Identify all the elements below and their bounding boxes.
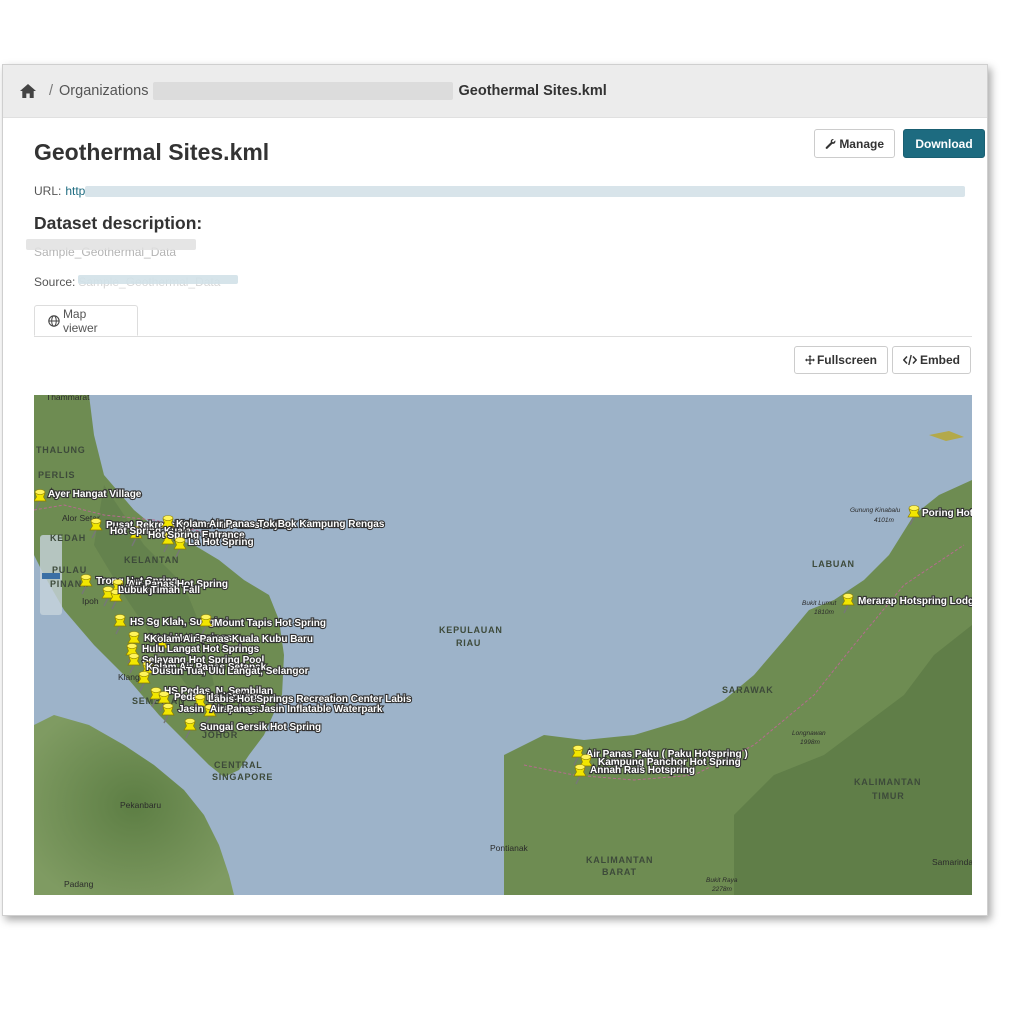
url-link[interactable]: http: [65, 184, 85, 198]
pin-cap: [194, 694, 206, 700]
hotspring-label[interactable]: Sungai Gersik Hot Spring: [199, 721, 322, 734]
pin-cap: [574, 764, 586, 770]
hotspring-label[interactable]: Air Panas Jasin Inflatable Waterpark: [209, 703, 384, 716]
code-icon: [903, 354, 917, 366]
manage-label: Manage: [839, 136, 884, 151]
hotspring-label[interactable]: Mount Tapis Hot Spring: [213, 617, 327, 630]
map-place-label: KEDAH: [50, 533, 86, 543]
pin-cap: [112, 579, 124, 585]
globe-icon: [48, 314, 60, 327]
map-place-label: KALIMANTAN: [586, 855, 653, 865]
map-place-label: RIAU: [456, 638, 481, 648]
pin-cap: [150, 687, 162, 693]
url-label: URL:: [34, 184, 62, 198]
map-place-label: Samarinda: [932, 857, 972, 867]
pin-cap: [842, 593, 854, 599]
map-peak-label: 1810m: [814, 609, 834, 616]
pin-cap: [80, 574, 92, 580]
breadcrumb-separator: /: [49, 83, 54, 99]
fullscreen-button[interactable]: Fullscreen: [794, 346, 888, 374]
tab-map-viewer[interactable]: Map viewer: [34, 305, 138, 336]
pin-cap: [128, 631, 140, 637]
download-label: Download: [915, 136, 973, 151]
map-place-label: KELANTAN: [124, 555, 179, 565]
map-peak-label: Longnawan: [792, 730, 826, 737]
pin-cap: [200, 614, 212, 620]
tab-bar: Map viewer: [34, 305, 972, 337]
map-peak-label: 1998m: [800, 739, 820, 746]
url-row: URL: http: [34, 184, 966, 198]
pin-cap: [184, 718, 196, 724]
pin-cap: [162, 515, 174, 521]
source-label: Source:: [34, 275, 76, 289]
map-place-label: SINGAPORE: [212, 772, 273, 782]
map-peak-label: Gunung Kinabalu: [850, 507, 901, 514]
map-place-label: Pekanbaru: [120, 800, 161, 810]
map-place-label: PULAU: [52, 565, 87, 575]
manage-button[interactable]: Manage: [814, 129, 895, 158]
download-button[interactable]: Download: [903, 129, 985, 158]
map-place-label: Ipoh: [82, 596, 99, 606]
hotspring-label[interactable]: Lubuk Timah Fall: [117, 584, 201, 597]
map-peak-label: 2278m: [711, 886, 732, 893]
map-place-label: Padang: [64, 879, 94, 889]
url-redacted: [85, 185, 966, 197]
map-place-label: LABUAN: [812, 559, 855, 569]
breadcrumb-current: Geothermal Sites.kml: [458, 83, 607, 99]
map-place-label: THALUNG: [36, 445, 86, 455]
hotspring-label[interactable]: Dusun Tua, Ulu Langat, Selangor: [151, 665, 310, 678]
map-peak-label: 4101m: [874, 517, 894, 524]
map-place-label: PERLIS: [38, 470, 75, 480]
pin-cap: [128, 653, 140, 659]
hotspring-label[interactable]: Hulu Langat Hot Springs: [141, 643, 261, 656]
move-icon: [805, 355, 815, 365]
map-place-label: TIMUR: [872, 791, 905, 801]
embed-button[interactable]: Embed: [892, 346, 971, 374]
pin-cap: [162, 703, 174, 709]
map-place-label: SARAWAK: [722, 685, 774, 695]
map-place-label: Klang: [118, 672, 140, 682]
fullscreen-label: Fullscreen: [816, 353, 877, 367]
map-place-label: Pontianak: [490, 843, 529, 853]
description-heading: Dataset description:: [34, 213, 203, 233]
page-title: Geothermal Sites.kml: [34, 139, 270, 165]
source-redacted: [78, 275, 239, 284]
map-peak-label: Bukit Lumut: [802, 600, 838, 607]
breadcrumb-redacted: [152, 82, 453, 100]
home-icon[interactable]: [19, 82, 37, 100]
tab-map-viewer-label: Map viewer: [62, 306, 98, 335]
hotspring-label[interactable]: Ayer Hangat Village: [47, 488, 143, 501]
breadcrumb-organizations[interactable]: Organizations: [59, 83, 148, 99]
pin-cap: [34, 489, 46, 495]
hotspring-label[interactable]: Kolam Air Panas Tok Bok Kampung Rengas: [175, 518, 386, 531]
browser-frame: / Organizations Geothermal Sites.kml Geo…: [2, 64, 988, 916]
hotspring-label[interactable]: Poring Hot Spring: [921, 507, 972, 520]
map-place-label: KALIMANTAN: [854, 777, 921, 787]
map-place-label: CENTRAL: [214, 760, 263, 770]
pin-cap: [174, 537, 186, 543]
source-row: Source: Sample_Geothermal_Data: [34, 275, 239, 289]
pin-cap: [126, 643, 138, 649]
description-text: Sample_Geothermal_Data: [26, 239, 196, 259]
map-viewer[interactable]: Thammarat THALUNG PERLIS Alor Setar KEDAH PUL…: [34, 395, 972, 895]
map-place-label: Thammarat: [46, 395, 90, 402]
embed-label: Embed: [919, 353, 960, 367]
map-canvas[interactable]: ThammaratTHALUNGPERLISAlor SetarKEDAHPUL…: [34, 395, 972, 895]
pin-cap: [90, 518, 102, 524]
pin-cap: [158, 691, 170, 697]
description-redacted: [26, 239, 196, 250]
breadcrumb: / Organizations Geothermal Sites.kml: [3, 65, 987, 118]
map-peak-label: Bukit Raya: [706, 877, 738, 884]
wrench-icon: [825, 138, 836, 149]
pin-cap: [572, 745, 584, 751]
map-place-label: BARAT: [602, 867, 637, 877]
pin-cap: [114, 614, 126, 620]
hotspring-label[interactable]: La Hot Spring: [187, 536, 255, 549]
pin-cap: [580, 754, 592, 760]
hotspring-label[interactable]: Annah Rais Hotspring: [589, 764, 696, 777]
pin-cap: [138, 671, 150, 677]
pin-cap: [908, 505, 920, 511]
hotspring-label[interactable]: Merarap Hotspring Lodge: [857, 595, 972, 608]
map-place-label: KEPULAUAN: [439, 625, 503, 635]
